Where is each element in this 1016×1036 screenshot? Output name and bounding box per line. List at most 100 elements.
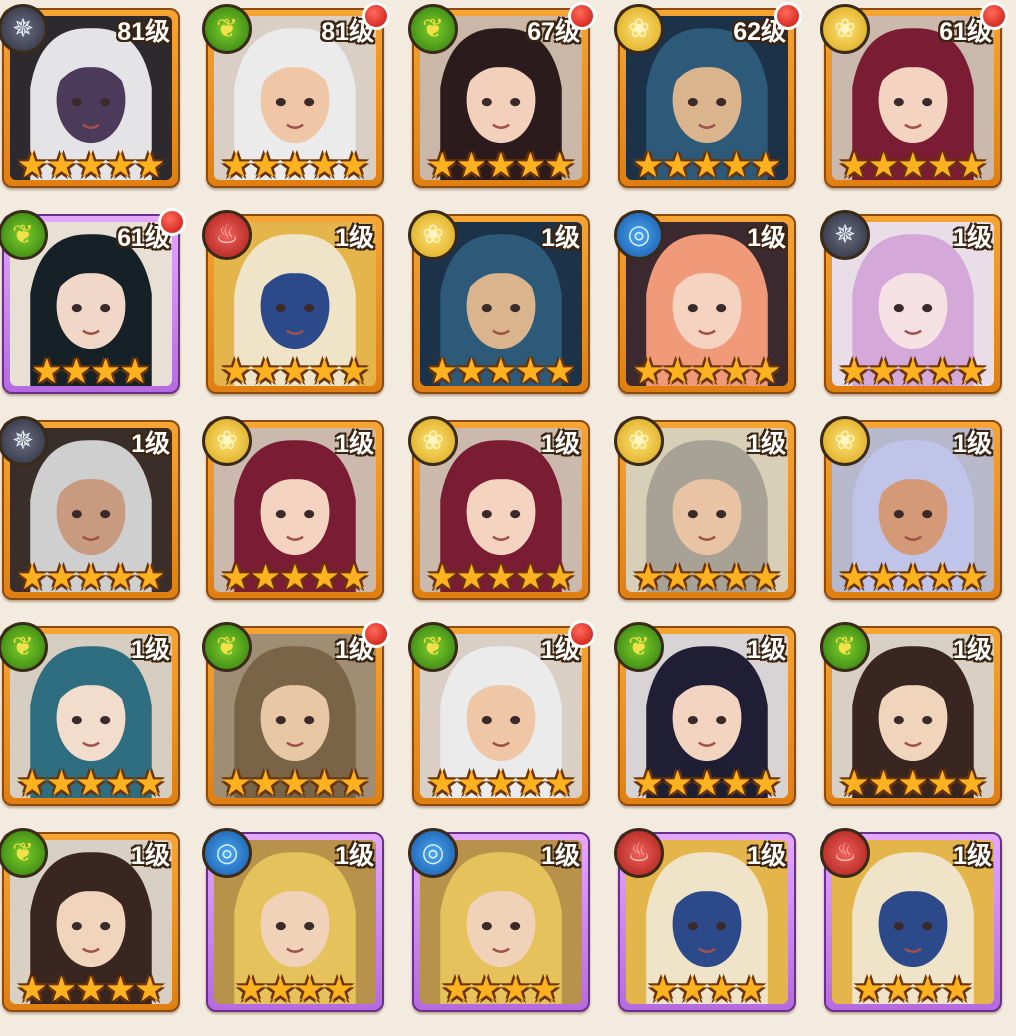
hero-card[interactable]: ❀ 1级 ★ ★ ★ ★ ★ xyxy=(408,416,590,600)
star-icon: ★ xyxy=(16,146,48,186)
star-icon: ★ xyxy=(455,352,488,392)
star-icon: ★ xyxy=(867,352,900,392)
star-icon: ★ xyxy=(426,764,458,804)
hero-card[interactable]: ❀ 62级 ★ ★ ★ ★ ★ xyxy=(614,2,802,188)
star-icon: ★ xyxy=(323,970,355,1010)
hero-level: 1级 xyxy=(335,430,374,458)
hero-card[interactable]: ❀ 1级 ★ ★ ★ ★ ★ xyxy=(408,210,590,394)
star-rating: ★ ★ ★ ★ ★ xyxy=(620,767,794,802)
hero-level: 1级 xyxy=(131,430,170,458)
star-rating: ★ ★ ★ ★ xyxy=(208,973,382,1008)
star-rating: ★ ★ ★ ★ ★ xyxy=(620,149,794,184)
star-icon: ★ xyxy=(514,352,547,392)
hero-card[interactable]: ♨ 1级 ★ ★ ★ ★ xyxy=(614,828,796,1012)
hero-card[interactable]: ❦ 1级 ★ ★ ★ ★ ★ xyxy=(408,620,596,806)
star-icon: ★ xyxy=(926,764,959,804)
star-icon: ★ xyxy=(308,558,341,598)
star-rating: ★ ★ ★ ★ ★ xyxy=(620,561,794,596)
star-icon: ★ xyxy=(926,352,959,392)
star-icon: ★ xyxy=(867,764,900,804)
star-icon: ★ xyxy=(279,352,311,392)
hero-level: 1级 xyxy=(541,224,580,252)
flower-icon: ❀ xyxy=(614,4,664,54)
hero-card[interactable]: ❦ 67级 ★ ★ ★ ★ ★ xyxy=(408,2,596,188)
hero-card[interactable]: ❦ 1级 ★ ★ ★ ★ ★ xyxy=(202,620,390,806)
star-icon: ★ xyxy=(134,764,166,804)
star-rating: ★ ★ ★ ★ ★ xyxy=(414,767,588,802)
star-icon: ★ xyxy=(485,558,517,598)
hero-card[interactable]: ❦ 61级 ★ ★ ★ ★ xyxy=(0,208,186,394)
star-rating: ★ ★ ★ ★ ★ xyxy=(208,561,382,596)
star-icon: ★ xyxy=(661,146,694,186)
star-icon: ★ xyxy=(544,352,576,392)
star-icon: ★ xyxy=(220,146,252,186)
hero-card[interactable]: ❦ 81级 ★ ★ ★ ★ ★ xyxy=(202,2,390,188)
star-icon: ★ xyxy=(455,558,488,598)
leaf-icon: ❦ xyxy=(202,622,252,672)
hero-level: 1级 xyxy=(953,224,992,252)
hero-level: 1级 xyxy=(747,224,786,252)
star-icon: ★ xyxy=(308,146,341,186)
star-rating: ★ ★ ★ ★ ★ xyxy=(4,767,178,802)
star-rating: ★ ★ ★ ★ ★ xyxy=(826,767,1000,802)
hero-level: 1级 xyxy=(541,430,580,458)
hero-card[interactable]: ◎ 1级 ★ ★ ★ ★ xyxy=(202,828,384,1012)
star-icon: ★ xyxy=(31,352,63,392)
star-icon: ★ xyxy=(897,352,929,392)
hero-level: 1级 xyxy=(335,224,374,252)
star-icon: ★ xyxy=(104,764,137,804)
hero-card[interactable]: ♨ 1级 ★ ★ ★ ★ ★ xyxy=(202,210,384,394)
star-icon: ★ xyxy=(750,764,782,804)
flower-icon: ❀ xyxy=(202,416,252,466)
star-icon: ★ xyxy=(632,764,664,804)
star-icon: ★ xyxy=(249,558,282,598)
hero-card[interactable]: ❀ 61级 ★ ★ ★ ★ ★ xyxy=(820,2,1008,188)
hero-card[interactable]: ◎ 1级 ★ ★ ★ ★ ★ xyxy=(614,210,796,394)
star-icon: ★ xyxy=(544,764,576,804)
star-icon: ★ xyxy=(632,352,664,392)
hero-level: 1级 xyxy=(953,842,992,870)
star-icon: ★ xyxy=(220,558,252,598)
star-icon: ★ xyxy=(338,764,370,804)
star-icon: ★ xyxy=(16,970,48,1010)
hero-card[interactable]: ❦ 1级 ★ ★ ★ ★ ★ xyxy=(820,622,1002,806)
leaf-icon: ❦ xyxy=(202,4,252,54)
flower-icon: ❀ xyxy=(614,416,664,466)
star-icon: ★ xyxy=(279,764,311,804)
hero-card[interactable]: ❀ 1级 ★ ★ ★ ★ ★ xyxy=(202,416,384,600)
hero-level: 1级 xyxy=(953,430,992,458)
hero-card[interactable]: ❦ 1级 ★ ★ ★ ★ ★ xyxy=(0,828,180,1012)
hero-card[interactable]: ❦ 1级 ★ ★ ★ ★ ★ xyxy=(0,622,180,806)
star-icon: ★ xyxy=(338,352,370,392)
hero-level: 1级 xyxy=(747,636,786,664)
flower-icon: ❀ xyxy=(820,416,870,466)
hero-level: 1级 xyxy=(131,636,170,664)
hero-card[interactable]: ❀ 1级 ★ ★ ★ ★ ★ xyxy=(614,416,796,600)
star-rating: ★ ★ ★ ★ xyxy=(4,355,178,390)
star-icon: ★ xyxy=(249,352,282,392)
hero-card[interactable]: ❀ 1级 ★ ★ ★ ★ ★ xyxy=(820,416,1002,600)
hero-card[interactable]: ✵ 1级 ★ ★ ★ ★ ★ xyxy=(820,210,1002,394)
leaf-icon: ❦ xyxy=(820,622,870,672)
star-icon: ★ xyxy=(338,558,370,598)
hero-card[interactable]: ✵ 81级 ★ ★ ★ ★ ★ xyxy=(0,4,180,188)
star-icon: ★ xyxy=(455,146,488,186)
fire-icon: ♨ xyxy=(614,828,664,878)
star-icon: ★ xyxy=(16,558,48,598)
star-icon: ★ xyxy=(470,970,502,1010)
hero-card[interactable]: ♨ 1级 ★ ★ ★ ★ xyxy=(820,828,1002,1012)
water-icon: ◎ xyxy=(614,210,664,260)
hero-card[interactable]: ◎ 1级 ★ ★ ★ ★ xyxy=(408,828,590,1012)
notification-dot xyxy=(774,2,802,30)
hero-card[interactable]: ❦ 1级 ★ ★ ★ ★ ★ xyxy=(614,622,796,806)
flower-icon: ❀ xyxy=(820,4,870,54)
star-rating: ★ ★ ★ ★ ★ xyxy=(414,561,588,596)
star-rating: ★ ★ ★ ★ ★ xyxy=(4,973,178,1008)
star-rating: ★ ★ ★ ★ xyxy=(826,973,1000,1008)
hero-level: 1级 xyxy=(335,842,374,870)
star-icon: ★ xyxy=(279,146,311,186)
hero-card[interactable]: ✵ 1级 ★ ★ ★ ★ ★ xyxy=(0,416,180,600)
star-icon: ★ xyxy=(514,558,547,598)
water-icon: ◎ xyxy=(408,828,458,878)
notification-dot xyxy=(568,2,596,30)
